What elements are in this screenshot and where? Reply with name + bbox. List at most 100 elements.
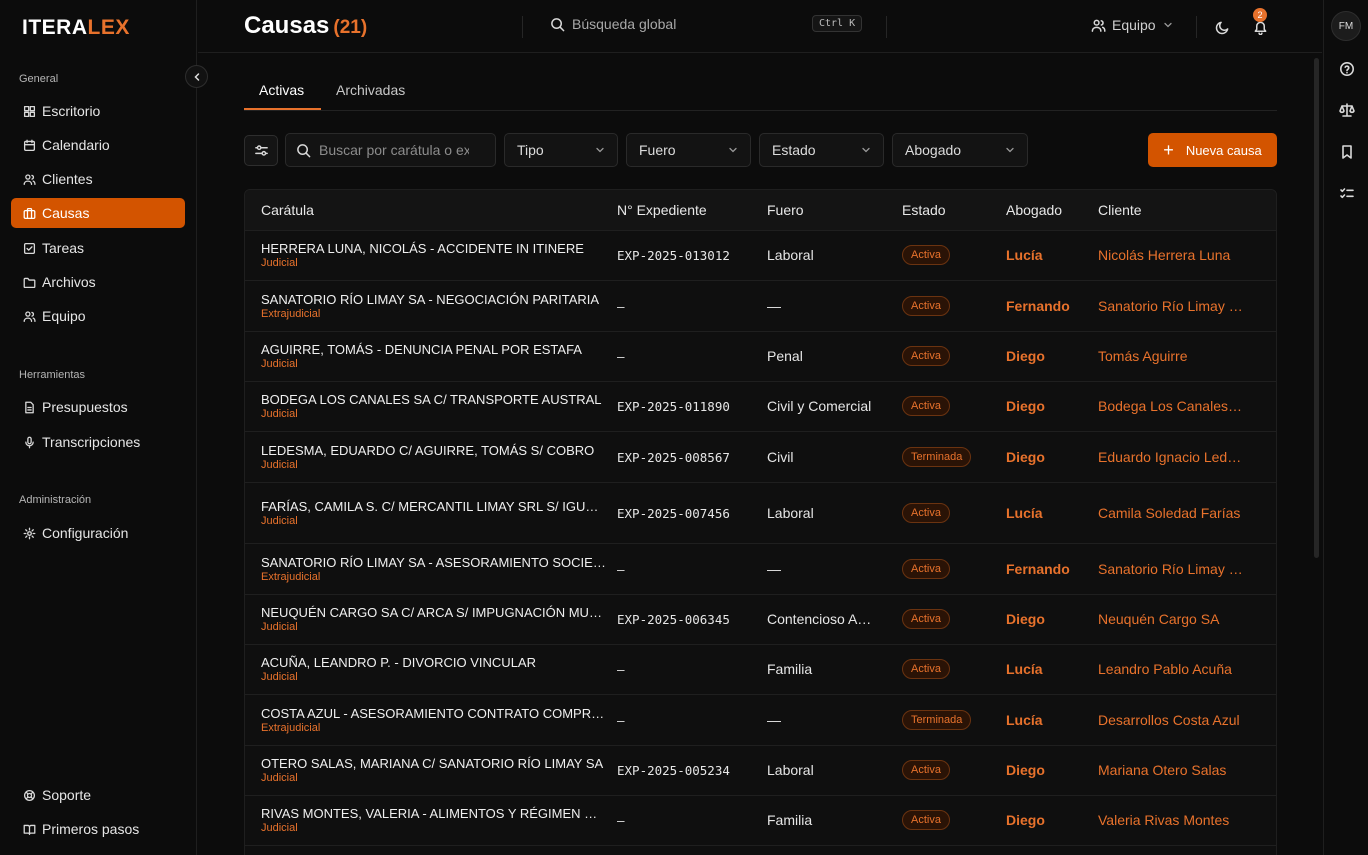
divider [1196, 16, 1197, 38]
caratula-title[interactable]: NEUQUÉN CARGO SA C/ ARCA S/ IMPUGNACIÓN … [261, 605, 606, 620]
caratula-title[interactable]: LEDESMA, EDUARDO C/ AGUIRRE, TOMÁS S/ CO… [261, 443, 606, 458]
sidebar-item-presupuestos[interactable]: Presupuestos [11, 392, 185, 422]
table-row[interactable]: COSTA AZUL - ASESORAMIENTO CONTRATO COMP… [245, 694, 1276, 746]
cell-abogado: Diego [1006, 431, 1098, 483]
expediente-number: – [617, 662, 625, 677]
sidebar-item-tareas[interactable]: Tareas [11, 233, 185, 263]
column-header-abogado[interactable]: Abogado [1006, 190, 1098, 231]
sidebar-item-primeros-pasos[interactable]: Primeros pasos [11, 814, 185, 844]
sidebar-item-transcripciones[interactable]: Transcripciones [11, 427, 185, 457]
tab-archivadas[interactable]: Archivadas [336, 82, 405, 98]
cliente-link[interactable]: Mariana Otero Salas [1098, 762, 1243, 778]
column-header-expediente[interactable]: N° Expediente [617, 190, 767, 231]
cliente-link[interactable]: Valeria Rivas Montes [1098, 812, 1243, 828]
tipo-select[interactable]: Tipo [504, 133, 618, 167]
abogado-link[interactable]: Diego [1006, 762, 1045, 778]
help-icon[interactable] [1339, 61, 1355, 77]
caratula-title[interactable]: AGUIRRE, TOMÁS - DENUNCIA PENAL POR ESTA… [261, 342, 606, 357]
abogado-link[interactable]: Fernando [1006, 561, 1070, 577]
cliente-link[interactable]: Leandro Pablo Acuña [1098, 661, 1243, 677]
cell-fuero: Civil [767, 431, 902, 483]
causa-search-input[interactable] [319, 142, 469, 158]
sidebar-item-equipo[interactable]: Equipo [11, 301, 185, 331]
table-row[interactable]: BODEGA LOS CANALES SA C/ TRANSPORTE AUST… [245, 381, 1276, 432]
theme-toggle-button[interactable] [1213, 18, 1231, 36]
caratula-title[interactable]: SANATORIO RÍO LIMAY SA - ASESORAMIENTO S… [261, 555, 606, 570]
table-row[interactable]: HERRERA LUNA, NICOLÁS - ACCIDENTE IN ITI… [245, 230, 1276, 281]
abogado-link[interactable]: Diego [1006, 611, 1045, 627]
cliente-link[interactable]: Desarrollos Costa Azul [1098, 712, 1243, 728]
cliente-link[interactable]: Sanatorio Río Limay SA [1098, 561, 1243, 577]
avatar[interactable]: FM [1331, 11, 1361, 41]
caratula-tipo: Extrajudicial [261, 721, 321, 734]
table-row[interactable]: LEDESMA, EDUARDO C/ AGUIRRE, TOMÁS S/ CO… [245, 431, 1276, 483]
team-selector[interactable]: Equipo [1091, 17, 1179, 33]
new-causa-button[interactable]: + Nueva causa [1148, 133, 1277, 167]
abogado-select[interactable]: Abogado [892, 133, 1028, 167]
table-row[interactable]: OTERO SALAS, MARIANA C/ SANATORIO RÍO LI… [245, 745, 1276, 796]
table-row[interactable]: SANATORIO RÍO LIMAY SA - ASESORAMIENTO S… [245, 543, 1276, 595]
caratula-title[interactable]: RIVAS MONTES, VALERIA - ALIMENTOS Y RÉGI… [261, 806, 606, 821]
sidebar-item-clientes[interactable]: Clientes [11, 164, 185, 194]
sidebar-item-soporte[interactable]: Soporte [11, 780, 185, 810]
abogado-link[interactable]: Diego [1006, 348, 1045, 364]
caratula-title[interactable]: COSTA AZUL - ASESORAMIENTO CONTRATO COMP… [261, 706, 606, 721]
plus-icon: + [1163, 140, 1174, 160]
abogado-link[interactable]: Lucía [1006, 505, 1043, 521]
column-header-estado[interactable]: Estado [902, 190, 1006, 231]
caratula-title[interactable]: SANATORIO RÍO LIMAY SA - NEGOCIACIÓN PAR… [261, 292, 606, 307]
column-header-caratula[interactable]: Carátula [245, 190, 617, 231]
table-row[interactable]: SANATORIO RÍO LIMAY SA - NEGOCIACIÓN PAR… [245, 280, 1276, 332]
section-label-general: General [19, 73, 59, 85]
sidebar-item-configuracion[interactable]: Configuración [11, 518, 185, 548]
abogado-link[interactable]: Diego [1006, 449, 1045, 465]
caratula-title[interactable]: ACUÑA, LEANDRO P. - DIVORCIO VINCULAR [261, 655, 606, 670]
abogado-link[interactable]: Lucía [1006, 247, 1043, 263]
estado-select[interactable]: Estado [759, 133, 884, 167]
cell-caratula: OTERO SALAS, MARIANA C/ SANATORIO RÍO LI… [245, 745, 617, 796]
cell-estado: Activa [902, 381, 1006, 432]
collapse-sidebar-button[interactable] [185, 65, 208, 88]
caratula-title[interactable]: HERRERA LUNA, NICOLÁS - ACCIDENTE IN ITI… [261, 241, 606, 256]
table-row[interactable]: RIVAS MONTES, VALERIA - ALIMENTOS Y RÉGI… [245, 795, 1276, 846]
caratula-title[interactable]: FARÍAS, CAMILA S. C/ MERCANTIL LIMAY SRL… [261, 499, 606, 514]
table-row[interactable]: FARÍAS, CAMILA S. C/ MERCANTIL LIMAY SRL… [245, 482, 1276, 544]
cliente-link[interactable]: Neuquén Cargo SA [1098, 611, 1243, 627]
caratula-title[interactable]: BODEGA LOS CANALES SA C/ TRANSPORTE AUST… [261, 392, 606, 407]
fuero-select[interactable]: Fuero [626, 133, 751, 167]
cell-fuero: Laboral [767, 482, 902, 544]
tab-activas[interactable]: Activas [259, 82, 304, 98]
sidebar-item-archivos[interactable]: Archivos [11, 267, 185, 297]
filter-settings-button[interactable] [244, 135, 278, 166]
abogado-link[interactable]: Lucía [1006, 712, 1043, 728]
table-row[interactable]: ACUÑA, LEANDRO P. - DIVORCIO VINCULAR Jud… [245, 644, 1276, 695]
sidebar-item-calendario[interactable]: Calendario [11, 130, 185, 160]
bookmark-icon[interactable] [1339, 144, 1355, 160]
scale-icon[interactable] [1339, 102, 1355, 118]
cliente-link[interactable]: Sanatorio Río Limay SA [1098, 298, 1243, 314]
abogado-link[interactable]: Diego [1006, 398, 1045, 414]
checklist-icon[interactable] [1339, 186, 1355, 202]
cell-cliente: Valeria Rivas Montes [1098, 795, 1276, 846]
cliente-link[interactable]: Bodega Los Canales SA [1098, 398, 1243, 414]
cliente-link[interactable]: Nicolás Herrera Luna [1098, 247, 1243, 263]
sidebar-item-escritorio[interactable]: Escritorio [11, 96, 185, 126]
sidebar-item-causas[interactable]: Causas [11, 198, 185, 228]
notification-count-badge: 2 [1253, 8, 1267, 22]
cliente-link[interactable]: Tomás Aguirre [1098, 348, 1243, 364]
table-row[interactable]: NEUQUÉN CARGO SA C/ ARCA S/ IMPUGNACIÓN … [245, 594, 1276, 645]
cell-fuero: Penal [767, 331, 902, 382]
abogado-link[interactable]: Fernando [1006, 298, 1070, 314]
caratula-title[interactable]: OTERO SALAS, MARIANA C/ SANATORIO RÍO LI… [261, 756, 606, 771]
abogado-link[interactable]: Lucía [1006, 661, 1043, 677]
column-header-cliente[interactable]: Cliente [1098, 190, 1276, 231]
cliente-link[interactable]: Camila Soledad Farías [1098, 505, 1243, 521]
column-header-fuero[interactable]: Fuero [767, 190, 902, 231]
cliente-link[interactable]: Eduardo Ignacio Ledesma [1098, 449, 1243, 465]
cell-expediente: EXP-2025-008567 [617, 431, 767, 483]
table-row[interactable]: AGUIRRE, TOMÁS - DENUNCIA PENAL POR ESTA… [245, 331, 1276, 382]
cell-estado: Activa [902, 644, 1006, 695]
logo[interactable]: ITERA LEX [22, 12, 130, 44]
abogado-link[interactable]: Diego [1006, 812, 1045, 828]
global-search[interactable]: Búsqueda global [550, 16, 676, 32]
